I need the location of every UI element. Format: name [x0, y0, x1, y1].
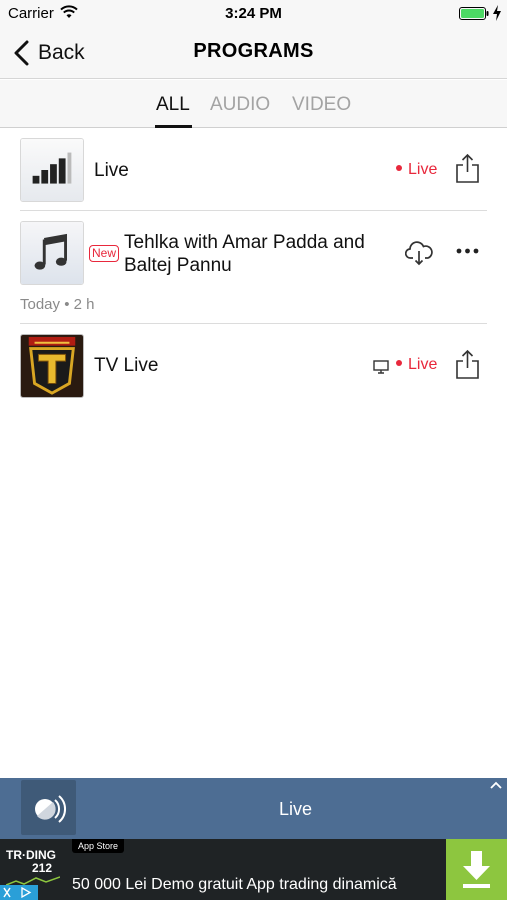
status-bar: Carrier 3:24 PM: [0, 0, 507, 26]
program-row-tv-live[interactable]: TV Live Live: [0, 324, 507, 408]
charging-bolt-icon: [493, 5, 501, 21]
audio-episode-thumbnail: [20, 221, 84, 285]
live-status-badge: Live: [396, 356, 437, 374]
share-icon[interactable]: [455, 349, 480, 380]
live-status-badge: Live: [396, 161, 437, 179]
mini-player[interactable]: Live: [0, 778, 507, 839]
live-stream-thumbnail: [20, 138, 84, 202]
navigation-bar: Back PROGRAMS: [0, 26, 507, 79]
page-title: PROGRAMS: [193, 40, 314, 62]
signal-bars-icon: [21, 139, 83, 201]
live-status-label: Live: [408, 161, 438, 178]
live-status-label: Live: [408, 356, 438, 373]
status-time: 3:24 PM: [225, 5, 282, 22]
ad-text: 50 000 Lei Demo gratuit App trading dina…: [72, 876, 397, 893]
new-badge: New: [89, 245, 120, 262]
selected-tab-indicator: [155, 125, 192, 128]
more-icon[interactable]: [456, 248, 479, 254]
mini-player-title: Live: [278, 799, 313, 819]
ad-choices-icon: [3, 886, 32, 899]
program-filter-tabs: ALL AUDIO VIDEO: [0, 80, 507, 128]
share-icon[interactable]: [455, 153, 480, 184]
program-title: TV Live: [94, 355, 159, 376]
program-title: Live: [94, 160, 129, 181]
live-dot-icon: [396, 359, 402, 366]
ad-download-button[interactable]: [446, 839, 507, 900]
ad-banner[interactable]: TR·DING 212 App Store 50 000 Lei Demo gr…: [0, 839, 507, 900]
episode-title-line1: Tehlka with Amar Padda and: [124, 232, 365, 253]
ad-choices-badge[interactable]: [0, 885, 38, 900]
battery-icon: [459, 7, 489, 20]
live-dot-icon: [396, 164, 402, 171]
channel-logo-t-icon: [21, 335, 83, 397]
tv-channel-logo: [20, 334, 84, 398]
chevron-up-icon[interactable]: [489, 780, 503, 790]
episode-title-line2: Baltej Pannu: [124, 255, 232, 276]
program-row-live[interactable]: Live Live: [0, 129, 507, 211]
tab-video[interactable]: VIDEO: [292, 94, 351, 116]
download-arrow-icon: [463, 851, 490, 888]
program-row-tehlka[interactable]: New Tehlka with Amar Padda and Baltej Pa…: [0, 211, 507, 324]
tab-all[interactable]: ALL: [156, 94, 190, 116]
app-store-badge: App Store: [72, 839, 125, 853]
ad-brand-name: TR·DING: [6, 848, 56, 862]
episode-meta: Today • 2 h: [20, 296, 95, 313]
tab-audio[interactable]: AUDIO: [210, 94, 270, 116]
tv-icon: [373, 360, 389, 374]
download-cloud-icon[interactable]: [405, 240, 433, 266]
ad-brand-number: 212: [32, 861, 53, 875]
music-note-icon: [21, 222, 83, 284]
